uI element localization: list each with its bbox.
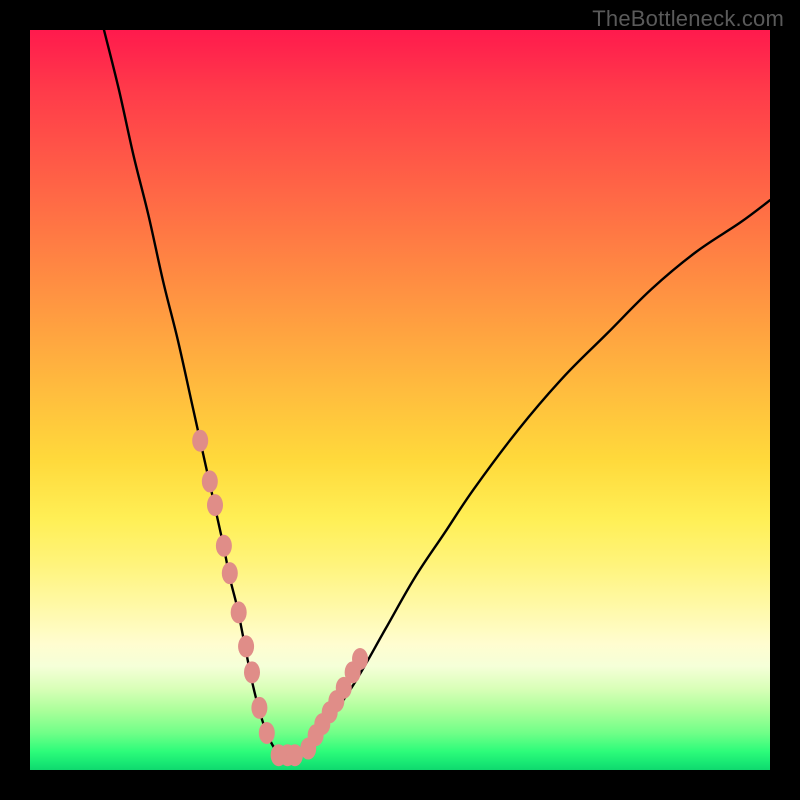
curve-marker bbox=[314, 713, 330, 735]
curve-marker bbox=[328, 690, 344, 712]
curve-marker bbox=[287, 744, 303, 766]
curve-marker bbox=[207, 494, 223, 516]
curve-marker bbox=[216, 535, 232, 557]
curve-marker bbox=[192, 430, 208, 452]
curve-marker bbox=[308, 724, 324, 746]
curve-marker bbox=[271, 744, 287, 766]
curve-marker bbox=[300, 738, 316, 760]
plot-area bbox=[30, 30, 770, 770]
curve-marker bbox=[238, 635, 254, 657]
curve-marker bbox=[280, 744, 296, 766]
curve-marker bbox=[352, 648, 368, 670]
curve-svg bbox=[30, 30, 770, 770]
curve-marker bbox=[251, 697, 267, 719]
curve-marker bbox=[345, 661, 361, 683]
curve-marker bbox=[202, 470, 218, 492]
curve-marker bbox=[259, 722, 275, 744]
curve-marker bbox=[336, 677, 352, 699]
chart-stage: TheBottleneck.com bbox=[0, 0, 800, 800]
curve-marker bbox=[231, 601, 247, 623]
curve-marker bbox=[244, 661, 260, 683]
curve-markers bbox=[192, 430, 368, 767]
curve-marker bbox=[322, 701, 338, 723]
watermark-text: TheBottleneck.com bbox=[592, 6, 784, 32]
bottleneck-curve bbox=[104, 30, 770, 756]
curve-marker bbox=[222, 562, 238, 584]
